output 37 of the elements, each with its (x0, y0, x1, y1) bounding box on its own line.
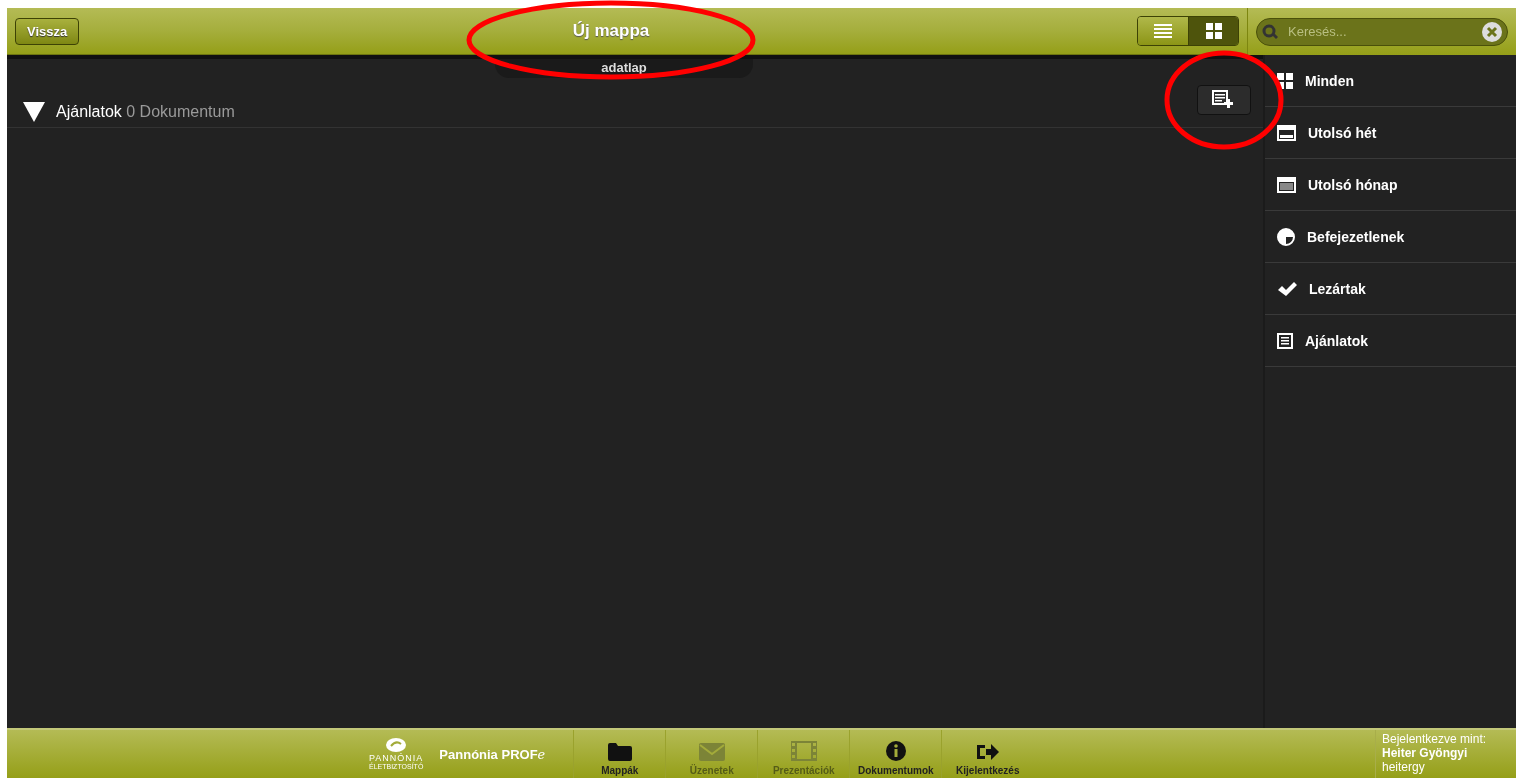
search-input[interactable]: Keresés... (1286, 23, 1474, 40)
swirl-logo-icon (385, 737, 408, 753)
brand-name: Pannónia PROFe (439, 746, 546, 762)
info-icon (885, 741, 906, 761)
sidebar-item[interactable]: Minden (1265, 55, 1516, 107)
footer-nav-tab[interactable]: Dokumentumok (849, 730, 942, 778)
user-name: Heiter Gyöngyi (1382, 746, 1469, 760)
add-document-button[interactable] (1197, 85, 1251, 115)
search-field[interactable]: Keresés... (1256, 17, 1508, 46)
film-icon (790, 741, 817, 761)
sidebar-item[interactable]: Utolsó hónap (1265, 159, 1516, 211)
calendar-icon (1277, 124, 1296, 141)
sidebar-item[interactable]: Ajánlatok (1265, 315, 1516, 367)
page-title: Új mappa (572, 21, 650, 41)
login-caption: Bejelentkezve mint: (1382, 732, 1487, 746)
envelope-icon (698, 743, 725, 761)
logout-icon (976, 743, 999, 761)
document-icon (1277, 332, 1293, 349)
grid-icon (1205, 23, 1222, 39)
sidebar-item[interactable]: Befejezetlenek (1265, 211, 1516, 263)
clear-icon (1482, 21, 1502, 42)
sidebar-item[interactable]: Utolsó hét (1265, 107, 1516, 159)
search-icon (1262, 23, 1278, 40)
grid-view-button[interactable] (1188, 17, 1238, 45)
footer-nav-tab[interactable]: Kijelentkezés (941, 730, 1034, 778)
logo-name: PANNÓNIA (369, 753, 424, 763)
sidebar-item[interactable]: Lezártak (1265, 263, 1516, 315)
footer-nav-tab[interactable]: Mappák (573, 730, 666, 778)
user-login: heitergy (1382, 760, 1425, 774)
section-title: Ajánlatok 0 Dokumentum (56, 103, 235, 121)
calendar-icon (1277, 176, 1296, 193)
add-document-icon (1212, 90, 1236, 110)
half-circle-icon (1277, 227, 1295, 246)
grid-icon (1277, 72, 1293, 89)
list-icon (1154, 24, 1172, 38)
checkmark-icon (1277, 280, 1297, 297)
folder-icon (607, 743, 632, 761)
